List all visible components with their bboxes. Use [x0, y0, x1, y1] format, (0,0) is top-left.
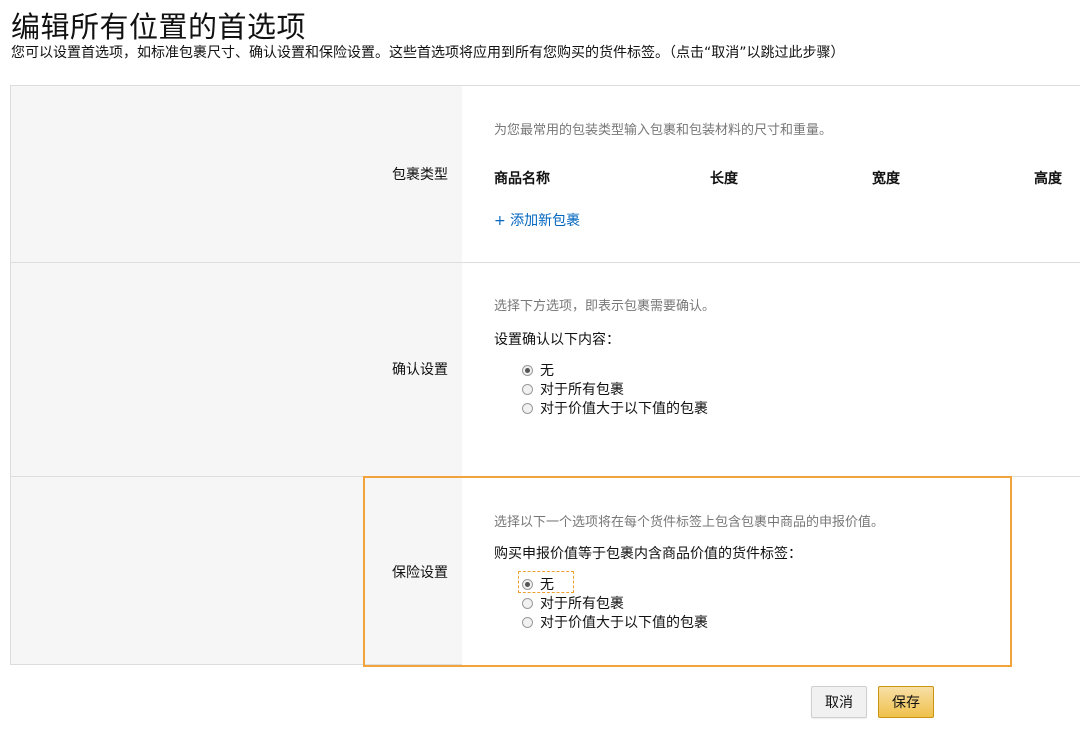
page-subtitle: 您可以设置首选项，如标准包裹尺寸、确认设置和保险设置。这些首选项将应用到所有您购… [11, 45, 845, 61]
radio-button-checked[interactable] [522, 364, 533, 376]
package-type-section: 包裹类型 为您最常用的包装类型输入包裹和包装材料的尺寸和重量。 商品名称 长度 … [11, 86, 1080, 263]
column-header-product-name: 商品名称 [494, 171, 550, 187]
insurance-option-value-above[interactable]: 对于价值大于以下值的包裹 [522, 613, 708, 631]
save-button[interactable]: 保存 [878, 686, 934, 718]
confirmation-section: 确认设置 选择下方选项，即表示包裹需要确认。 设置确认以下内容： 无 对于所有包… [11, 263, 1080, 477]
package-type-hint: 为您最常用的包装类型输入包裹和包装材料的尺寸和重量。 [494, 123, 833, 138]
confirmation-option-none-label: 无 [540, 363, 554, 379]
add-new-package-link[interactable]: + 添加新包裹 [494, 210, 580, 230]
confirmation-body: 选择下方选项，即表示包裹需要确认。 设置确认以下内容： 无 对于所有包裹 对于价… [462, 263, 1080, 476]
column-header-length: 长度 [710, 171, 738, 187]
package-type-label: 包裹类型 [392, 167, 448, 183]
radio-button[interactable] [522, 402, 533, 414]
insurance-hint: 选择以下一个选项将在每个货件标签上包含包裹中商品的申报价值。 [494, 515, 885, 530]
preferences-panel: 包裹类型 为您最常用的包装类型输入包裹和包装材料的尺寸和重量。 商品名称 长度 … [10, 85, 1080, 666]
confirmation-label: 确认设置 [392, 362, 448, 378]
insurance-option-none[interactable]: 无 [522, 575, 554, 593]
column-header-height: 高度 [1034, 171, 1062, 187]
insurance-body: 选择以下一个选项将在每个货件标签上包含包裹中商品的申报价值。 购买申报价值等于包… [462, 477, 1080, 666]
insurance-label: 保险设置 [392, 565, 448, 581]
column-header-width: 宽度 [872, 171, 900, 187]
insurance-option-value-above-label: 对于价值大于以下值的包裹 [540, 615, 708, 631]
insurance-option-all-label: 对于所有包裹 [540, 596, 624, 612]
radio-button[interactable] [522, 383, 533, 395]
insurance-section: 保险设置 选择以下一个选项将在每个货件标签上包含包裹中商品的申报价值。 购买申报… [11, 477, 1080, 666]
confirmation-prompt: 设置确认以下内容： [494, 332, 620, 348]
radio-button[interactable] [522, 597, 533, 609]
radio-button-checked[interactable] [522, 578, 533, 590]
insurance-option-all[interactable]: 对于所有包裹 [522, 594, 624, 612]
cancel-button[interactable]: 取消 [811, 686, 867, 718]
confirmation-option-all-label: 对于所有包裹 [540, 382, 624, 398]
confirmation-option-all[interactable]: 对于所有包裹 [522, 380, 624, 398]
confirmation-option-none[interactable]: 无 [522, 361, 554, 379]
insurance-option-none-label: 无 [540, 577, 554, 593]
package-type-body: 为您最常用的包装类型输入包裹和包装材料的尺寸和重量。 商品名称 长度 宽度 高度… [462, 86, 1080, 262]
confirmation-option-value-above-label: 对于价值大于以下值的包裹 [540, 401, 708, 417]
radio-button[interactable] [522, 616, 533, 628]
insurance-prompt: 购买申报价值等于包裹内含商品价值的货件标签： [494, 546, 802, 562]
page-title: 编辑所有位置的首选项 [11, 10, 307, 44]
confirmation-option-value-above[interactable]: 对于价值大于以下值的包裹 [522, 399, 708, 417]
confirmation-hint: 选择下方选项，即表示包裹需要确认。 [494, 299, 716, 314]
